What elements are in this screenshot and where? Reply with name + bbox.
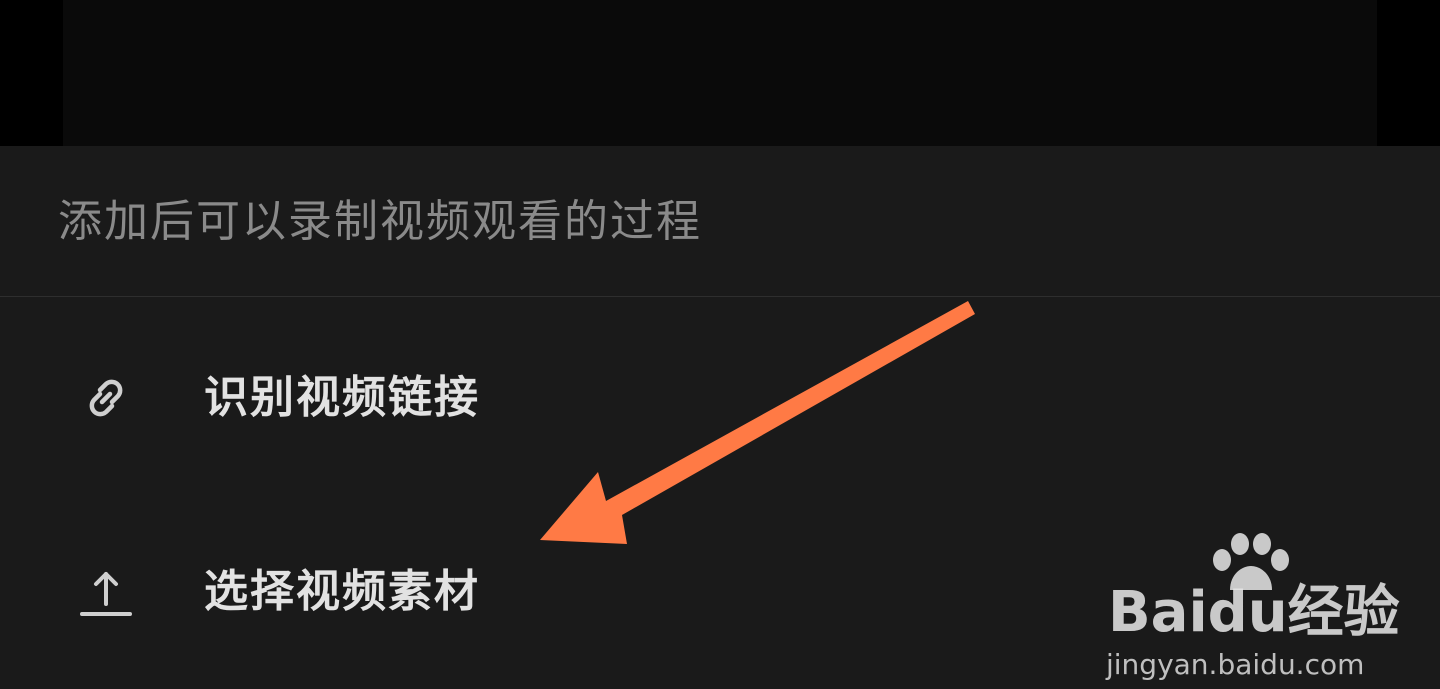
video-preview-frame	[63, 0, 1377, 146]
watermark-brand: Baidu经验	[1108, 580, 1400, 645]
menu-item-label: 选择视频素材	[204, 566, 480, 617]
watermark-url: jingyan.baidu.com	[1106, 648, 1365, 681]
menu-item-label: 识别视频链接	[204, 372, 480, 423]
video-preview-area	[0, 0, 1440, 146]
menu-item-recognize-link[interactable]: 识别视频链接	[0, 338, 1000, 458]
watermark: Baidu经验 jingyan.baidu.com	[1100, 530, 1400, 681]
upload-icon	[78, 564, 134, 620]
menu-item-select-video[interactable]: 选择视频素材	[0, 532, 1000, 652]
sheet-hint-text: 添加后可以录制视频观看的过程	[58, 196, 702, 247]
sheet-divider	[0, 296, 1440, 297]
link-icon	[78, 370, 134, 426]
